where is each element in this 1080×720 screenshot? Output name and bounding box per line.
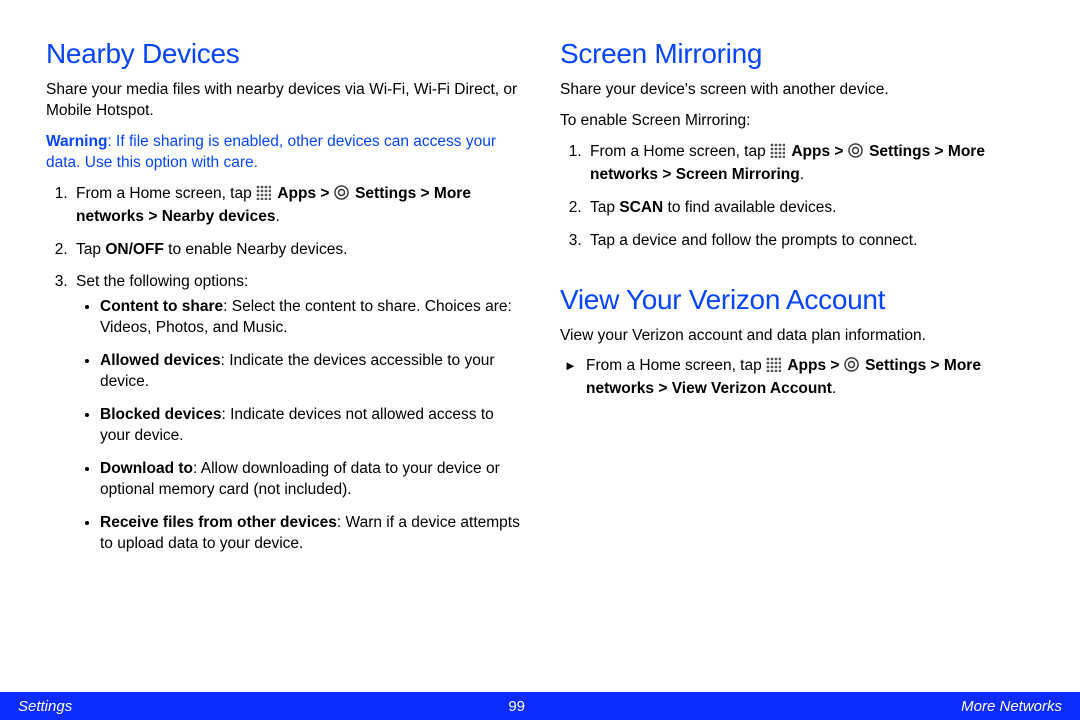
- o5b: Receive files from other devices: [100, 514, 337, 531]
- gt2: >: [416, 185, 434, 202]
- s2a: Tap: [76, 241, 105, 258]
- vz-period: .: [832, 380, 836, 397]
- left-column: Nearby Devices Share your media files wi…: [46, 38, 520, 680]
- section-screen-mirroring: Screen Mirroring Share your device's scr…: [560, 38, 1034, 252]
- sm1-prefix: From a Home screen, tap: [590, 143, 770, 160]
- heading-verizon: View Your Verizon Account: [560, 284, 1034, 316]
- sm-step-1: From a Home screen, tap Apps > Settings …: [586, 142, 1034, 186]
- heading-nearby-devices: Nearby Devices: [46, 38, 520, 70]
- vz-apps: Apps: [787, 357, 826, 374]
- sm2b: SCAN: [619, 199, 663, 216]
- warning-body: : If file sharing is enabled, other devi…: [46, 133, 496, 171]
- warning-text: Warning: If file sharing is enabled, oth…: [46, 132, 520, 174]
- o3b: Blocked devices: [100, 406, 221, 423]
- warning-label: Warning: [46, 133, 107, 150]
- vz-gt1: >: [826, 357, 844, 374]
- vz-gt2: >: [926, 357, 944, 374]
- sm-intro: Share your device's screen with another …: [560, 80, 1034, 101]
- apps-grid-icon: [766, 357, 781, 379]
- s2b: ON/OFF: [105, 241, 164, 258]
- sm2a: Tap: [590, 199, 619, 216]
- page-body: Nearby Devices Share your media files wi…: [0, 0, 1080, 680]
- apps-grid-icon: [770, 143, 785, 165]
- apps-label: Apps: [277, 185, 316, 202]
- step1-prefix: From a Home screen, tap: [76, 185, 256, 202]
- footer-left: Settings: [18, 698, 72, 715]
- opt-content-to-share: Content to share: Select the content to …: [100, 297, 520, 339]
- step-2: Tap ON/OFF to enable Nearby devices.: [72, 240, 520, 261]
- section-verizon: View Your Verizon Account View your Veri…: [560, 284, 1034, 401]
- sm-gt2: >: [930, 143, 948, 160]
- sm-enable: To enable Screen Mirroring:: [560, 111, 1034, 132]
- steps-nearby: From a Home screen, tap Apps > Settings …: [46, 184, 520, 555]
- settings-label: Settings: [355, 185, 416, 202]
- vz-prefix: From a Home screen, tap: [586, 357, 766, 374]
- o2b: Allowed devices: [100, 352, 221, 369]
- opt-download-to: Download to: Allow downloading of data t…: [100, 459, 520, 501]
- sm-gt1: >: [830, 143, 848, 160]
- sm-settings: Settings: [869, 143, 930, 160]
- vz-settings: Settings: [865, 357, 926, 374]
- vz-intro: View your Verizon account and data plan …: [560, 326, 1034, 347]
- settings-gear-icon: [844, 357, 859, 379]
- opt-blocked-devices: Blocked devices: Indicate devices not al…: [100, 405, 520, 447]
- settings-gear-icon: [334, 185, 349, 207]
- vz-step: From a Home screen, tap Apps > Settings …: [560, 356, 1034, 400]
- sm-period: .: [800, 166, 804, 183]
- s2c: to enable Nearby devices.: [164, 241, 348, 258]
- period1: .: [275, 208, 279, 225]
- s3-text: Set the following options:: [76, 273, 248, 290]
- steps-verizon: From a Home screen, tap Apps > Settings …: [560, 356, 1034, 400]
- step-3: Set the following options: Content to sh…: [72, 272, 520, 554]
- step-1: From a Home screen, tap Apps > Settings …: [72, 184, 520, 228]
- apps-grid-icon: [256, 185, 271, 207]
- o4b: Download to: [100, 460, 193, 477]
- intro-nearby: Share your media files with nearby devic…: [46, 80, 520, 122]
- options-list: Content to share: Select the content to …: [76, 297, 520, 554]
- opt-receive-files: Receive files from other devices: Warn i…: [100, 513, 520, 555]
- right-column: Screen Mirroring Share your device's scr…: [560, 38, 1034, 680]
- sm-step-2: Tap SCAN to find available devices.: [586, 198, 1034, 219]
- footer-page-number: 99: [508, 698, 525, 715]
- sm-apps: Apps: [791, 143, 830, 160]
- sm-step-3: Tap a device and follow the prompts to c…: [586, 231, 1034, 252]
- settings-gear-icon: [848, 143, 863, 165]
- heading-screen-mirroring: Screen Mirroring: [560, 38, 1034, 70]
- gt1: >: [316, 185, 334, 202]
- steps-mirroring: From a Home screen, tap Apps > Settings …: [560, 142, 1034, 252]
- page-footer: Settings 99 More Networks: [0, 692, 1080, 720]
- sm2c: to find available devices.: [663, 199, 836, 216]
- opt-allowed-devices: Allowed devices: Indicate the devices ac…: [100, 351, 520, 393]
- o1b: Content to share: [100, 298, 223, 315]
- footer-right: More Networks: [961, 698, 1062, 715]
